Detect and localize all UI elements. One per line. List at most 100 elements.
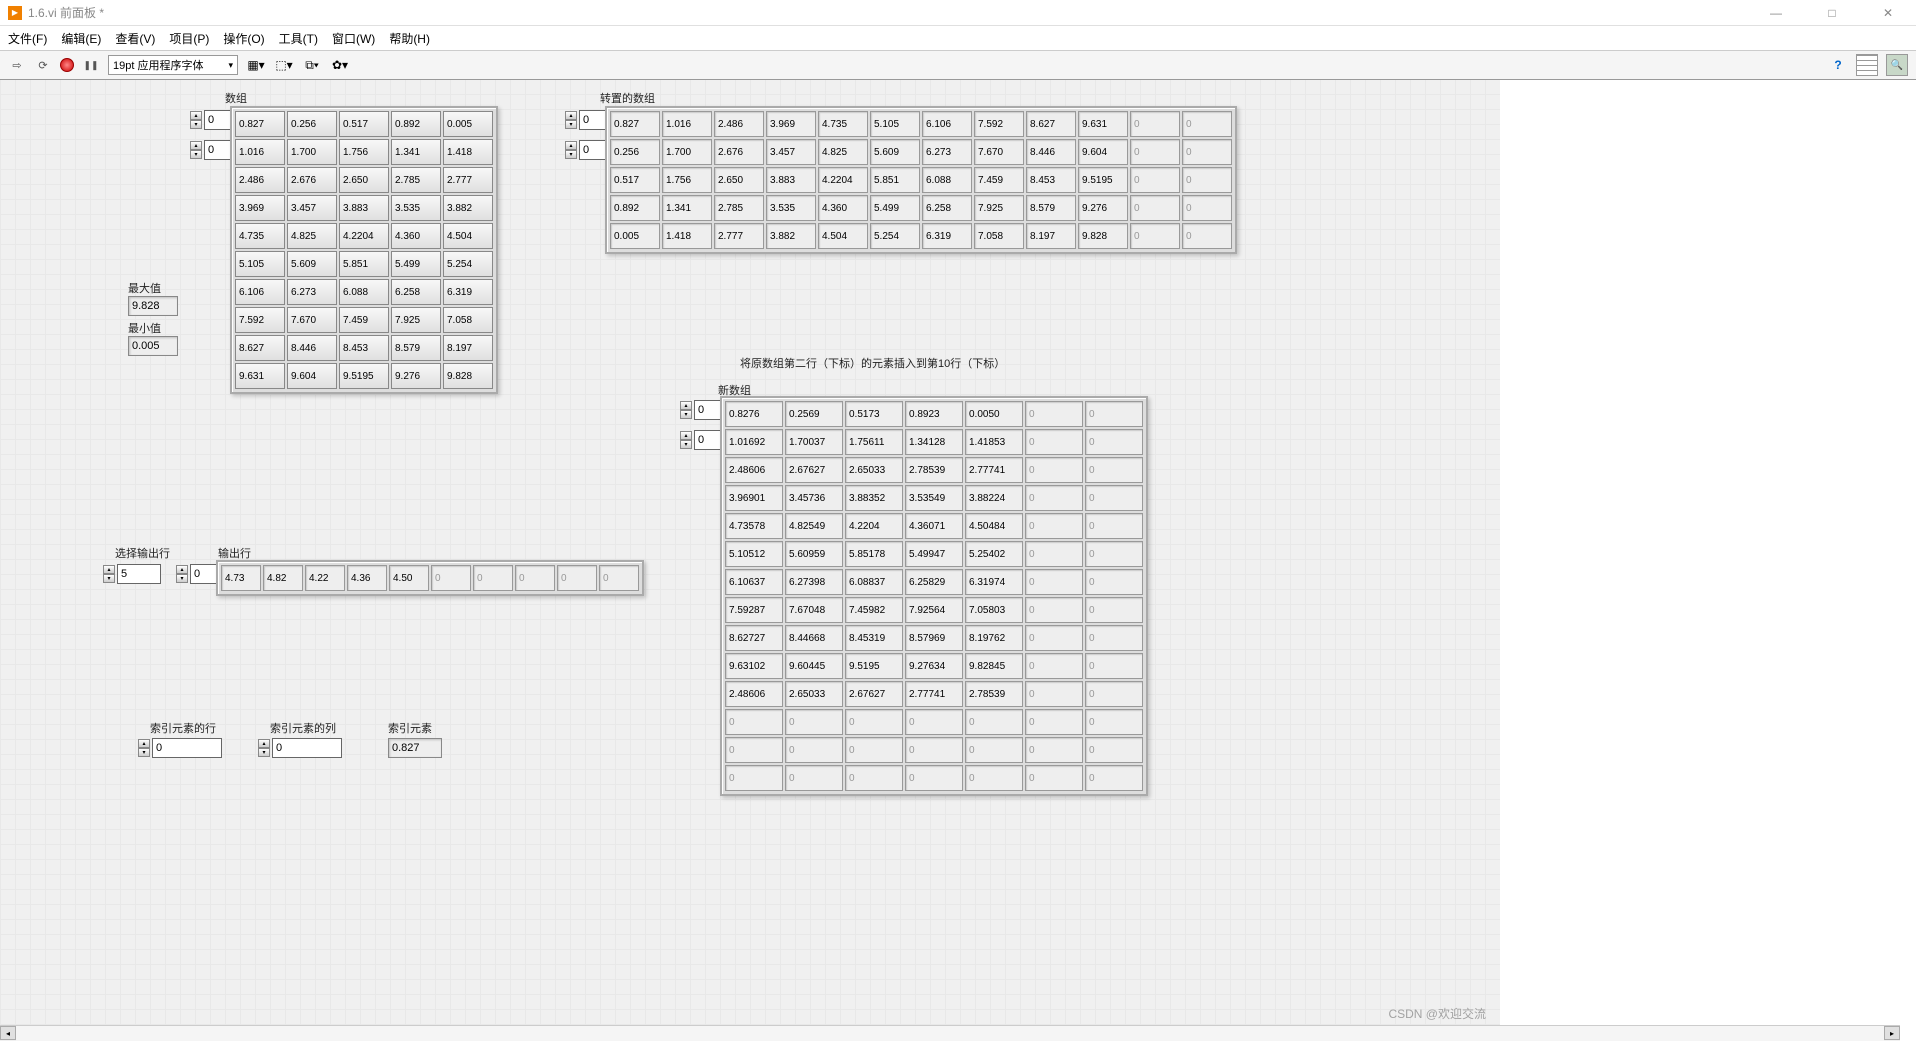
array-cell[interactable]: 7.925 xyxy=(391,307,441,333)
array-cell[interactable]: 2.777 xyxy=(443,167,493,193)
idx-row-control[interactable]: ▴▾ 0 xyxy=(138,738,222,758)
array-cell[interactable]: 3.969 xyxy=(235,195,285,221)
array-cell[interactable]: 3.883 xyxy=(339,195,389,221)
array-control[interactable]: 0.8270.2560.5170.8920.0051.0161.7001.756… xyxy=(230,106,498,394)
down-icon[interactable]: ▾ xyxy=(138,748,150,757)
array-cell[interactable]: 1.418 xyxy=(443,139,493,165)
font-selector[interactable]: 19pt 应用程序字体 xyxy=(108,55,238,75)
transposed-row-index[interactable]: ▴▾ 0 xyxy=(565,110,609,130)
scroll-track[interactable] xyxy=(16,1026,1884,1041)
menu-window[interactable]: 窗口(W) xyxy=(332,30,375,47)
array-cell[interactable]: 6.088 xyxy=(339,279,389,305)
array-cell[interactable]: 1.700 xyxy=(287,139,337,165)
down-icon[interactable]: ▾ xyxy=(176,574,188,583)
run-button[interactable] xyxy=(8,56,26,74)
array-cell[interactable]: 2.650 xyxy=(339,167,389,193)
array-cell[interactable]: 7.670 xyxy=(287,307,337,333)
down-icon[interactable]: ▾ xyxy=(565,150,577,159)
up-icon[interactable]: ▴ xyxy=(258,739,270,748)
menu-help[interactable]: 帮助(H) xyxy=(389,30,430,47)
close-button[interactable]: ✕ xyxy=(1868,6,1908,20)
scroll-left-icon[interactable]: ◂ xyxy=(0,1026,16,1040)
array-cell[interactable]: 5.254 xyxy=(443,251,493,277)
array-cell[interactable]: 6.106 xyxy=(235,279,285,305)
select-row-value[interactable]: 5 xyxy=(117,564,161,584)
array-cell[interactable]: 3.535 xyxy=(391,195,441,221)
array-cell[interactable]: 4.360 xyxy=(391,223,441,249)
menu-tools[interactable]: 工具(T) xyxy=(279,30,318,47)
minimize-button[interactable]: — xyxy=(1756,6,1796,20)
align-icon[interactable]: ▦▾ xyxy=(246,56,266,74)
idx-col-value[interactable]: 0 xyxy=(272,738,342,758)
new-array-col-index[interactable]: ▴▾ 0 xyxy=(680,430,724,450)
array-cell[interactable]: 7.592 xyxy=(235,307,285,333)
array-cell[interactable]: 7.459 xyxy=(339,307,389,333)
abort-button[interactable] xyxy=(60,58,74,72)
array-cell[interactable]: 4.2204 xyxy=(339,223,389,249)
array-cell[interactable]: 5.499 xyxy=(391,251,441,277)
help-icon[interactable] xyxy=(1828,56,1848,74)
array-cell[interactable]: 9.828 xyxy=(443,363,493,389)
array-cell[interactable]: 0.892 xyxy=(391,111,441,137)
idx-row-value[interactable]: 0 xyxy=(152,738,222,758)
array-cell[interactable]: 2.486 xyxy=(235,167,285,193)
up-icon[interactable]: ▴ xyxy=(138,739,150,748)
array-cell[interactable]: 4.735 xyxy=(235,223,285,249)
down-icon[interactable]: ▾ xyxy=(190,120,202,129)
array-cell[interactable]: 0.256 xyxy=(287,111,337,137)
up-icon[interactable]: ▴ xyxy=(680,431,692,440)
down-icon[interactable]: ▾ xyxy=(190,150,202,159)
down-icon[interactable]: ▾ xyxy=(680,440,692,449)
array-cell[interactable]: 6.258 xyxy=(391,279,441,305)
up-icon[interactable]: ▴ xyxy=(190,141,202,150)
array-cell[interactable]: 5.105 xyxy=(235,251,285,277)
down-icon[interactable]: ▾ xyxy=(258,748,270,757)
array-cell[interactable]: 8.446 xyxy=(287,335,337,361)
up-icon[interactable]: ▴ xyxy=(190,111,202,120)
maximize-button[interactable]: □ xyxy=(1812,6,1852,20)
array-row-index[interactable]: ▴▾ 0 xyxy=(190,110,234,130)
resize-icon[interactable]: ⧉▾ xyxy=(302,56,322,74)
array-cell[interactable]: 9.5195 xyxy=(339,363,389,389)
select-row-control[interactable]: ▴▾ 5 xyxy=(103,564,161,584)
array-cell[interactable]: 6.273 xyxy=(287,279,337,305)
array-cell[interactable]: 2.785 xyxy=(391,167,441,193)
distribute-icon[interactable]: ⬚▾ xyxy=(274,56,294,74)
array-cell[interactable]: 5.609 xyxy=(287,251,337,277)
array-cell[interactable]: 8.197 xyxy=(443,335,493,361)
down-icon[interactable]: ▾ xyxy=(565,120,577,129)
run-continuous-button[interactable] xyxy=(34,56,52,74)
grid-icon[interactable] xyxy=(1856,54,1878,76)
array-cell[interactable]: 0.827 xyxy=(235,111,285,137)
pause-button[interactable] xyxy=(82,56,100,74)
array-cell[interactable]: 1.756 xyxy=(339,139,389,165)
array-cell[interactable]: 9.604 xyxy=(287,363,337,389)
menu-edit[interactable]: 编辑(E) xyxy=(61,30,101,47)
search-icon[interactable]: 🔍 xyxy=(1886,54,1908,76)
up-icon[interactable]: ▴ xyxy=(565,141,577,150)
scroll-right-icon[interactable]: ▸ xyxy=(1884,1026,1900,1040)
transposed-col-index[interactable]: ▴▾ 0 xyxy=(565,140,609,160)
menu-project[interactable]: 项目(P) xyxy=(169,30,209,47)
up-icon[interactable]: ▴ xyxy=(103,565,115,574)
menu-view[interactable]: 查看(V) xyxy=(115,30,155,47)
down-icon[interactable]: ▾ xyxy=(680,410,692,419)
up-icon[interactable]: ▴ xyxy=(176,565,188,574)
up-icon[interactable]: ▴ xyxy=(565,111,577,120)
idx-col-control[interactable]: ▴▾ 0 xyxy=(258,738,342,758)
horizontal-scrollbar[interactable]: ◂ ▸ xyxy=(0,1025,1900,1041)
reorder-icon[interactable]: ✿▾ xyxy=(330,56,350,74)
array-cell[interactable]: 3.457 xyxy=(287,195,337,221)
array-cell[interactable]: 3.882 xyxy=(443,195,493,221)
array-cell[interactable]: 4.825 xyxy=(287,223,337,249)
array-cell[interactable]: 8.453 xyxy=(339,335,389,361)
menu-file[interactable]: 文件(F) xyxy=(8,30,47,47)
menu-operate[interactable]: 操作(O) xyxy=(223,30,264,47)
array-cell[interactable]: 9.276 xyxy=(391,363,441,389)
array-cell[interactable]: 5.851 xyxy=(339,251,389,277)
output-row-index[interactable]: ▴▾ 0 xyxy=(176,564,220,584)
array-cell[interactable]: 8.627 xyxy=(235,335,285,361)
array-cell[interactable]: 0.517 xyxy=(339,111,389,137)
array-cell[interactable]: 6.319 xyxy=(443,279,493,305)
array-col-index[interactable]: ▴▾ 0 xyxy=(190,140,234,160)
